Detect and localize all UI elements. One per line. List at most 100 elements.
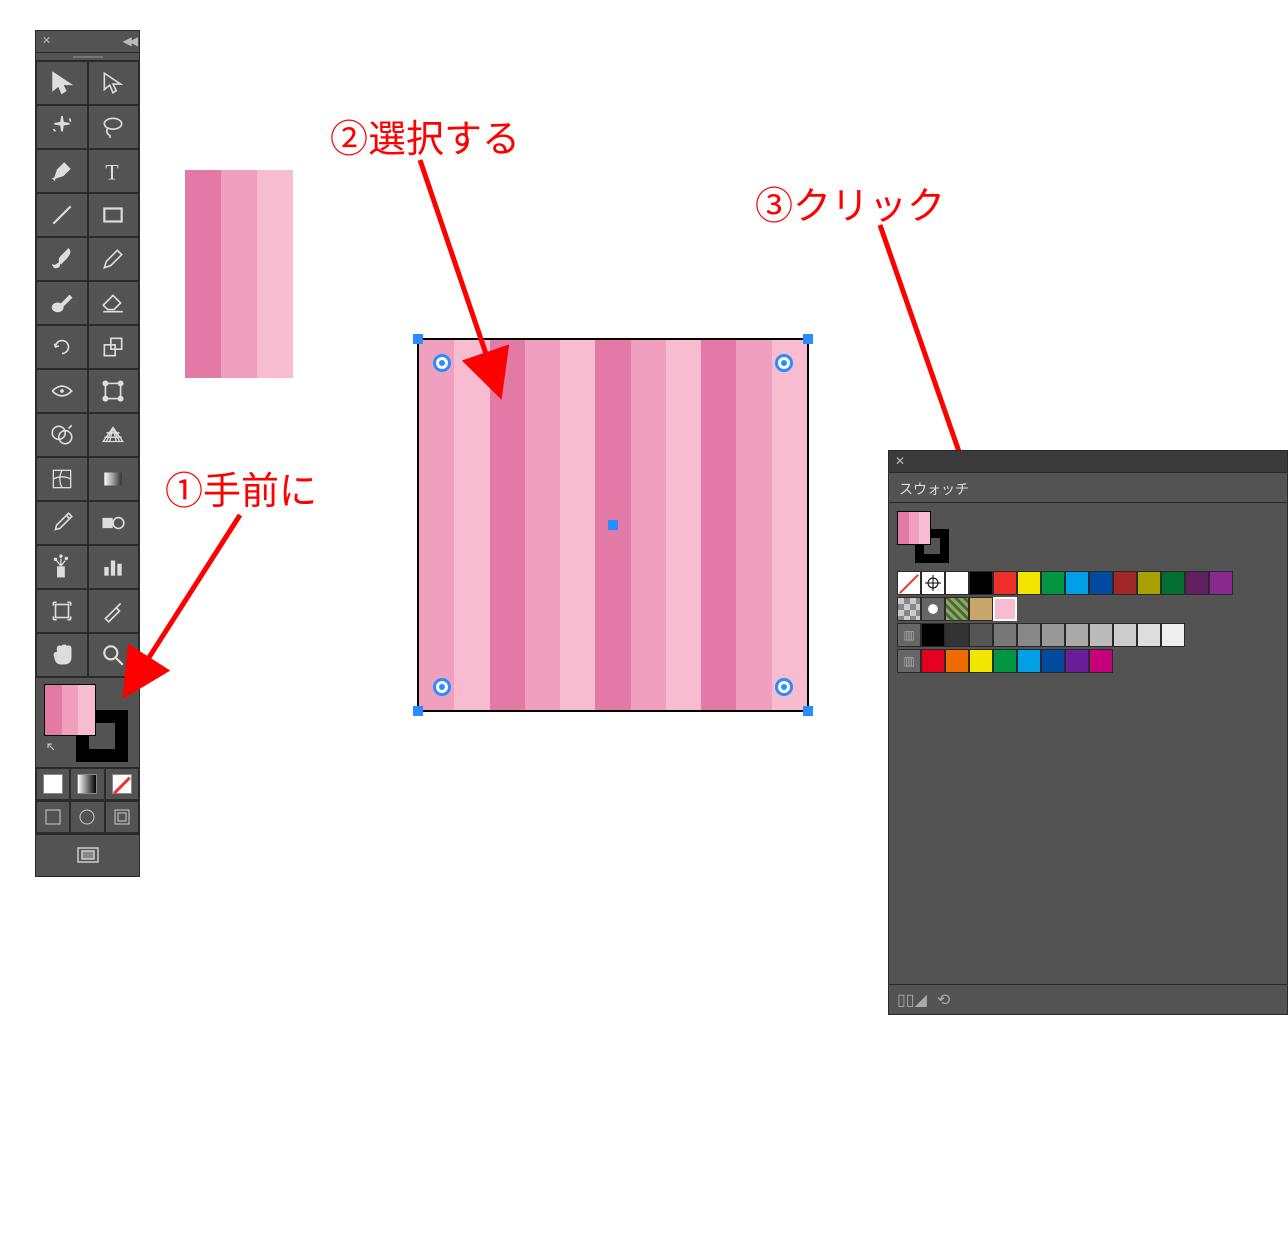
selection-handle[interactable] [413, 706, 423, 716]
scale-tool[interactable] [88, 325, 140, 369]
swatch-registration[interactable] [921, 571, 945, 595]
symbol-sprayer-tool[interactable] [36, 545, 88, 589]
swatch-kinds-icon[interactable]: ⟲ [937, 990, 950, 1010]
color-mode-none[interactable] [105, 768, 139, 800]
color-mode-solid[interactable] [36, 768, 70, 800]
selection-handle[interactable] [413, 334, 423, 344]
rotate-tool[interactable] [36, 325, 88, 369]
swatch-color[interactable] [1017, 571, 1041, 595]
swatch-color[interactable] [1137, 571, 1161, 595]
panel-drag-handle[interactable] [36, 53, 139, 61]
anchor-point[interactable] [775, 678, 793, 696]
swatch-pattern[interactable] [969, 597, 993, 621]
pencil-tool[interactable] [88, 237, 140, 281]
eraser-tool[interactable] [88, 281, 140, 325]
swatch-color[interactable] [1041, 623, 1065, 647]
selection-handle[interactable] [803, 706, 813, 716]
close-icon[interactable]: ✕ [42, 35, 54, 47]
swatch-color[interactable] [1065, 571, 1089, 595]
fill-stroke-indicator[interactable] [36, 677, 139, 767]
magic-wand-tool[interactable] [36, 105, 88, 149]
selection-tool[interactable] [36, 61, 88, 105]
swatch-color[interactable] [1089, 623, 1113, 647]
swatch-color[interactable] [993, 571, 1017, 595]
swatch-folder-icon[interactable]: ▥ [897, 623, 921, 647]
collapse-icon[interactable]: ◀◀ [123, 34, 135, 48]
line-tool[interactable] [36, 193, 88, 237]
slice-tool[interactable] [88, 589, 140, 633]
swatch-color[interactable] [1113, 623, 1137, 647]
column-graph-tool[interactable] [88, 545, 140, 589]
swatch-pattern[interactable] [921, 597, 945, 621]
selection-center[interactable] [608, 520, 618, 530]
swatch-color[interactable] [1017, 649, 1041, 673]
swatch-libraries-icon[interactable]: ▯▯◢ [897, 990, 927, 1010]
perspective-grid-tool[interactable] [88, 413, 140, 457]
width-tool[interactable] [36, 369, 88, 413]
swatch-color[interactable] [1137, 623, 1161, 647]
anchor-point[interactable] [433, 354, 451, 372]
swatch-color[interactable] [1041, 571, 1065, 595]
swatch-none[interactable] [897, 571, 921, 595]
pen-tool[interactable] [36, 149, 88, 193]
eyedropper-tool[interactable] [36, 501, 88, 545]
draw-normal[interactable] [36, 801, 70, 833]
swatch-color[interactable] [993, 649, 1017, 673]
type-tool[interactable]: T [88, 149, 140, 193]
panel-header[interactable]: ✕ ◀◀ [36, 31, 139, 53]
close-icon[interactable]: ✕ [895, 454, 905, 468]
swatch-fill-stroke-indicator[interactable] [897, 511, 949, 563]
swatch-pattern-selected[interactable] [993, 597, 1017, 621]
swatch-white[interactable] [945, 571, 969, 595]
gradient-tool[interactable] [88, 457, 140, 501]
zoom-tool[interactable] [88, 633, 140, 677]
swatch-color[interactable] [945, 623, 969, 647]
blend-tool[interactable] [88, 501, 140, 545]
fill-color-box[interactable] [897, 511, 931, 545]
hand-tool[interactable] [36, 633, 88, 677]
blob-brush-tool[interactable] [36, 281, 88, 325]
swatch-color[interactable] [1209, 571, 1233, 595]
anchor-point[interactable] [433, 678, 451, 696]
swatch-color[interactable] [1185, 571, 1209, 595]
swatch-black[interactable] [969, 571, 993, 595]
swatch-color[interactable] [969, 649, 993, 673]
direct-selection-tool[interactable] [88, 61, 140, 105]
shape-builder-tool[interactable] [36, 413, 88, 457]
rectangle-tool[interactable] [88, 193, 140, 237]
swatches-panel: ✕ スウォッチ [888, 450, 1288, 1015]
swatch-color[interactable] [1113, 571, 1137, 595]
swatch-pattern[interactable] [945, 597, 969, 621]
swatch-color[interactable] [1065, 649, 1089, 673]
draw-behind[interactable] [70, 801, 104, 833]
swatch-folder-icon[interactable]: ▥ [897, 649, 921, 673]
swatch-color[interactable] [921, 649, 945, 673]
swatches-tab[interactable]: スウォッチ [889, 473, 1287, 503]
swatch-color[interactable] [1161, 623, 1185, 647]
screen-mode-button[interactable] [36, 834, 139, 876]
swatch-color[interactable] [1161, 571, 1185, 595]
swap-fill-stroke-icon[interactable] [46, 742, 60, 756]
lasso-tool[interactable] [88, 105, 140, 149]
artboard-tool[interactable] [36, 589, 88, 633]
color-mode-gradient[interactable] [70, 768, 104, 800]
anchor-point[interactable] [775, 354, 793, 372]
selection-handle[interactable] [803, 334, 813, 344]
paintbrush-tool[interactable] [36, 237, 88, 281]
swatch-color[interactable] [1065, 623, 1089, 647]
swatch-color[interactable] [945, 649, 969, 673]
panel-header[interactable]: ✕ [889, 451, 1287, 473]
swatch-color[interactable] [993, 623, 1017, 647]
fill-color-box[interactable] [44, 684, 96, 736]
swatch-pattern[interactable] [897, 597, 921, 621]
free-transform-tool[interactable] [88, 369, 140, 413]
swatch-color[interactable] [1089, 649, 1113, 673]
mesh-tool[interactable] [36, 457, 88, 501]
swatch-color[interactable] [969, 623, 993, 647]
swatch-color[interactable] [1041, 649, 1065, 673]
selected-rectangle[interactable] [417, 338, 809, 712]
swatch-color[interactable] [1089, 571, 1113, 595]
swatch-color[interactable] [1017, 623, 1041, 647]
draw-inside[interactable] [105, 801, 139, 833]
swatch-color[interactable] [921, 623, 945, 647]
